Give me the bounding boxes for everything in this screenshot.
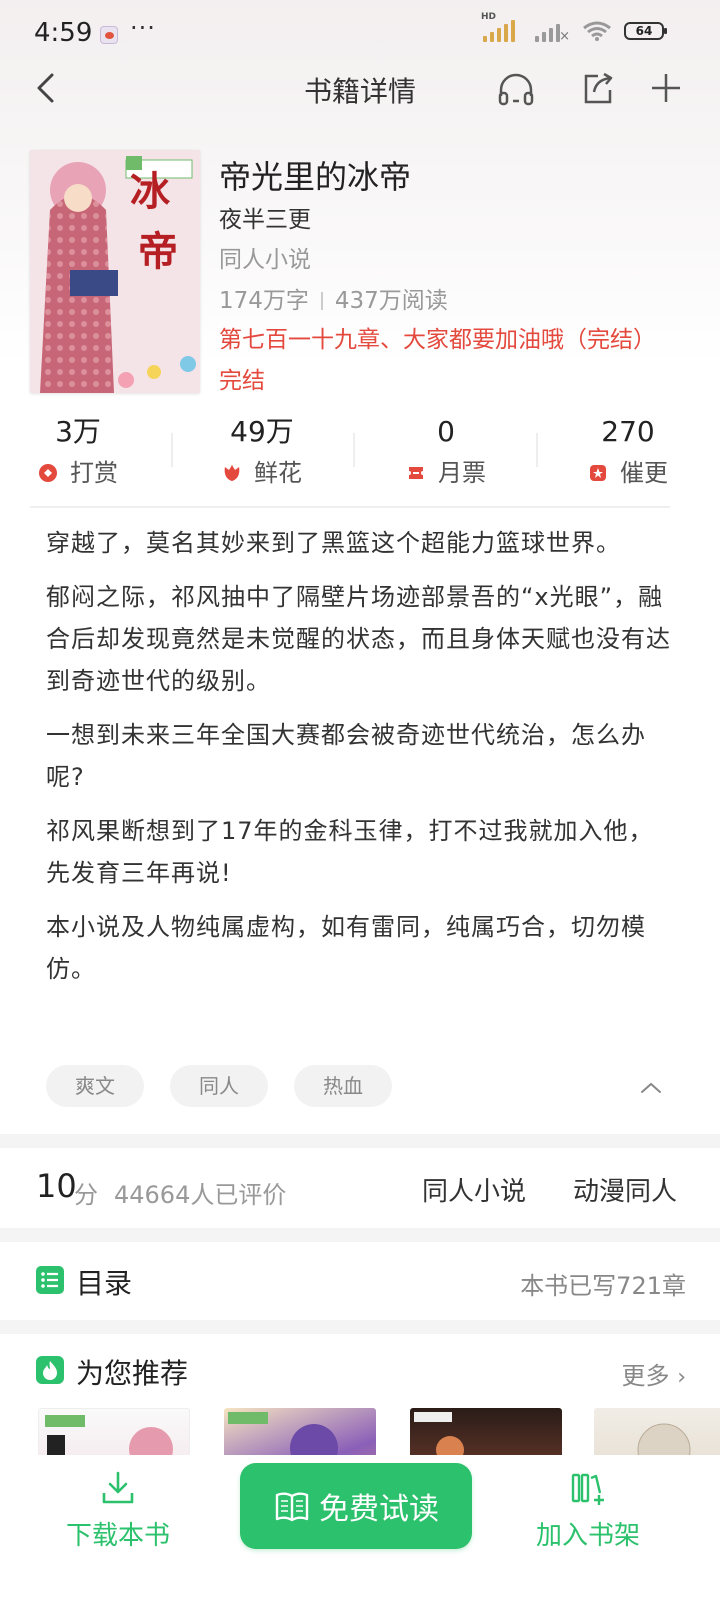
download-button[interactable]: 下载本书 (38, 1469, 198, 1552)
chevron-right-icon: › (677, 1365, 686, 1390)
description-paragraph: 祁风果断想到了17年的金科玉律，打不过我就加入他，先发育三年再说! (46, 817, 654, 887)
chevron-up-icon (641, 1082, 661, 1093)
divider (353, 433, 355, 467)
description-paragraph: 一想到未来三年全国大赛都会被奇迹世代统治，怎么办呢? (46, 721, 646, 791)
more-label: 更多 (621, 1362, 670, 1390)
recommended-book[interactable] (410, 1408, 562, 1458)
word-count: 174万字 (219, 288, 309, 314)
ticket-icon (406, 461, 426, 481)
recommend-title: 为您推荐 (76, 1357, 189, 1390)
book-cover[interactable]: 冰 帝 (30, 150, 200, 393)
metric-value: 49万 (230, 415, 294, 448)
collapse-button[interactable] (638, 1075, 664, 1101)
tag-list: 爽文 同人 热血 (46, 1065, 392, 1107)
metric-value: 270 (601, 415, 655, 448)
divider (320, 292, 323, 310)
book-description: 穿越了，莫名其妙来到了黑篮这个超能力篮球世界。 郁闷之际，祁风抽中了隔壁片场迹部… (46, 522, 676, 1002)
metric-reward[interactable]: 3万 打赏 (0, 413, 168, 488)
description-paragraph: 穿越了，莫名其妙来到了黑篮这个超能力篮球世界。 (46, 529, 621, 557)
more-notifications-icon: ··· (130, 14, 156, 42)
rating-unit: 分 (74, 1181, 98, 1209)
description-paragraph: 本小说及人物纯属虚构，如有雷同，纯属巧合，切勿模仿。 (46, 913, 646, 983)
book-genre: 同人小说 (219, 247, 311, 273)
rating-count[interactable]: 44664人已评价 (114, 1175, 286, 1210)
download-icon (102, 1471, 134, 1504)
metric-label: 打赏 (70, 459, 118, 487)
section-divider (0, 1228, 720, 1242)
description-paragraph: 郁闷之际，祁风抽中了隔壁片场迹部景吾的“x光眼”，融合后却发现竟然是未觉醒的状态… (46, 583, 671, 695)
recommended-book[interactable] (594, 1408, 720, 1458)
signal-icon: × (535, 20, 570, 44)
latest-chapter[interactable]: 第七百一十九章、大家都要加油哦（完结） (219, 320, 669, 354)
share-icon (584, 72, 613, 104)
list-icon (36, 1266, 64, 1294)
tag-item[interactable]: 热血 (294, 1065, 392, 1107)
tag-item[interactable]: 爽文 (46, 1065, 144, 1107)
recommended-book[interactable] (38, 1408, 190, 1458)
read-count: 437万阅读 (334, 288, 448, 314)
section-divider (0, 1320, 720, 1334)
bookshelf-add-icon (571, 1473, 604, 1505)
cover-text-1: 冰 (130, 168, 171, 215)
book-author[interactable]: 夜半三更 (219, 200, 311, 234)
flame-icon (36, 1356, 64, 1384)
recommend-list (38, 1408, 720, 1458)
cover-text-2: 帝 (138, 228, 178, 275)
catalog-title: 目录 (76, 1267, 133, 1300)
subcategory-link[interactable]: 动漫同人 (573, 1171, 677, 1208)
book-title: 帝光里的冰帝 (219, 158, 412, 196)
category-link[interactable]: 同人小说 (422, 1171, 526, 1208)
rating-row: 10 分 44664人已评价 同人小说 动漫同人 (36, 1165, 686, 1213)
book-icon (275, 1492, 309, 1522)
status-time: 4:59 (34, 18, 93, 48)
wifi-icon (582, 20, 612, 42)
read-free-button[interactable]: 免费试读 (240, 1463, 472, 1549)
add-to-shelf-button[interactable]: 加入书架 (508, 1469, 668, 1552)
metric-label: 催更 (620, 459, 668, 487)
recommend-header: 为您推荐 更多 › (36, 1352, 686, 1392)
notification-app-icon (100, 26, 118, 44)
metrics-row: 3万 打赏 49万 鲜花 0 月票 270 催更 (0, 413, 720, 493)
battery-icon: 64 (624, 22, 667, 40)
metric-flower[interactable]: 49万 鲜花 (172, 413, 352, 488)
book-stats: 174万字 437万阅读 (219, 281, 448, 315)
rating-score: 10 (36, 1167, 77, 1205)
metric-label: 月票 (438, 459, 486, 487)
status-bar: 4:59 ··· HD × 64 (0, 0, 720, 68)
signal-hd-icon: HD (481, 12, 515, 42)
flower-icon (222, 461, 242, 481)
metric-label: 鲜花 (254, 459, 302, 487)
chapter-count: 本书已写721章 (520, 1272, 686, 1300)
book-status: 完结 (219, 368, 265, 394)
reward-icon (38, 461, 58, 482)
add-to-shelf-label: 加入书架 (535, 1521, 640, 1551)
add-button[interactable] (646, 68, 686, 108)
read-free-label: 免费试读 (319, 1492, 439, 1527)
share-button[interactable] (578, 68, 618, 108)
plus-icon (652, 74, 680, 102)
cover-illustration: 冰 帝 (30, 150, 200, 393)
metric-urge[interactable]: 270 催更 (538, 413, 718, 488)
catalog-row[interactable]: 目录 本书已写721章 (36, 1262, 686, 1302)
download-label: 下载本书 (65, 1521, 170, 1551)
listen-button[interactable] (496, 68, 536, 108)
divider (30, 506, 670, 508)
section-divider (0, 1134, 720, 1148)
metric-ticket[interactable]: 0 月票 (356, 413, 536, 488)
metric-value: 0 (437, 415, 455, 448)
recommended-book[interactable] (224, 1408, 376, 1458)
nav-bar: 书籍详情 (0, 62, 720, 114)
more-link[interactable]: 更多 › (622, 1356, 686, 1391)
tag-item[interactable]: 同人 (170, 1065, 268, 1107)
bottom-bar: 下载本书 免费试读 加入书架 (0, 1455, 720, 1600)
headphones-icon (498, 73, 534, 106)
metric-value: 3万 (55, 415, 101, 448)
urge-icon (588, 461, 608, 481)
